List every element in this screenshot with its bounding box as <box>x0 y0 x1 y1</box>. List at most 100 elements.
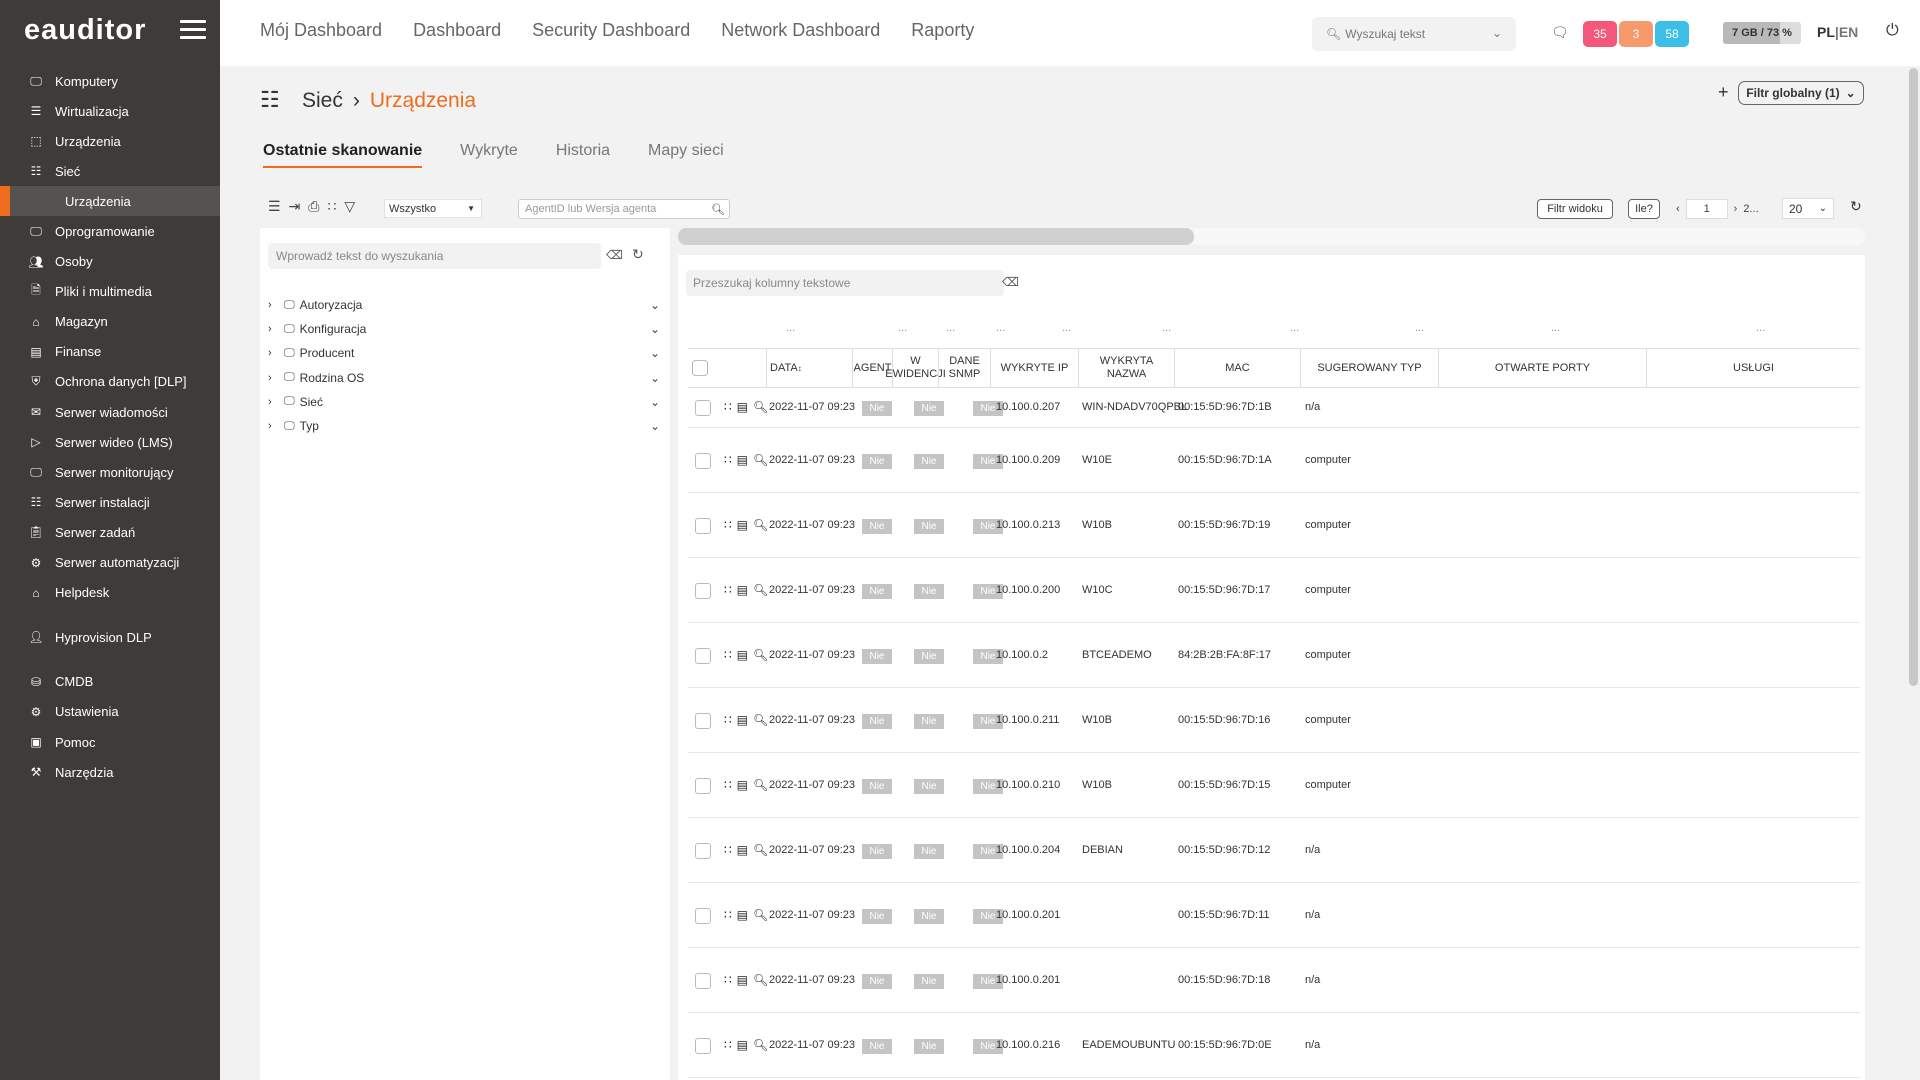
column-header-w_ewidencji[interactable]: W EWIDENCJI <box>885 349 946 387</box>
tab[interactable]: Ostatnie skanowanie <box>263 142 423 168</box>
grid-icon[interactable]: ∷ <box>724 453 732 467</box>
sidebar-item[interactable]: ⌂ Magazyn <box>0 307 220 337</box>
details-icon[interactable]: ▤ <box>737 518 748 532</box>
page-number-input[interactable]: 1 <box>1685 199 1728 219</box>
grid-icon[interactable]: ∷ <box>724 518 732 532</box>
refresh-icon[interactable]: ↻ <box>632 246 644 263</box>
search-icon[interactable]: 🔍︎ <box>753 453 768 467</box>
row-checkbox[interactable] <box>695 517 711 534</box>
sidebar-item[interactable]: 🖵︎ Serwer monitorujący <box>0 457 220 487</box>
horizontal-scrollbar[interactable] <box>678 228 1865 245</box>
tab[interactable]: Mapy sieci <box>648 142 724 168</box>
row-checkbox[interactable] <box>695 842 711 859</box>
column-filter-placeholder[interactable]: ... <box>898 322 907 334</box>
tab[interactable]: Historia <box>556 142 610 168</box>
sidebar-item[interactable]: Urządzenia <box>0 186 220 217</box>
table-row[interactable]: ∷ ▤ 🔍︎ 2022-11-07 09:23 Nie Nie Nie 10.100.0.21… <box>688 1013 1860 1078</box>
global-filter-button[interactable]: Filtr globalny (1) ⌄ <box>1738 81 1864 105</box>
sidebar-item[interactable]: ⌂ Helpdesk <box>0 578 220 608</box>
tree-search-input[interactable]: Wprowadź tekst do wyszukania <box>268 243 601 269</box>
notification-icon[interactable]: 🗨︎ <box>1551 24 1569 41</box>
grid-icon[interactable]: ∷ <box>724 908 732 922</box>
chevron-right-icon[interactable]: › <box>1734 203 1738 215</box>
row-checkbox[interactable] <box>695 1037 711 1054</box>
tree-node[interactable]: › 🖵︎ Rodzina OS ⌄ <box>268 366 660 390</box>
column-header-ip[interactable]: WYKRYTE IP <box>990 349 1078 387</box>
grid-icon[interactable]: ∷ <box>724 583 732 597</box>
column-header-name[interactable]: WYKRYTA NAZWA <box>1078 349 1174 387</box>
details-icon[interactable]: ▤ <box>737 400 748 414</box>
search-icon[interactable]: 🔍︎ <box>753 908 768 922</box>
search-icon[interactable]: 🔍︎ <box>753 713 768 727</box>
table-row[interactable]: ∷ ▤ 🔍︎ 2022-11-07 09:23 Nie Nie Nie 10.100.0.21… <box>688 753 1860 818</box>
topnav-link[interactable]: Dashboard <box>413 20 501 41</box>
select-all-checkbox[interactable] <box>692 360 708 376</box>
sort-icon[interactable]: ↕ <box>798 362 802 375</box>
tree-node[interactable]: › 🖵︎ Sieć ⌄ <box>268 390 660 414</box>
add-icon[interactable]: + <box>1718 82 1729 103</box>
tab[interactable]: Wykryte <box>460 142 518 168</box>
tree-node[interactable]: › 🖵︎ Autoryzacja ⌄ <box>268 293 660 317</box>
details-icon[interactable]: ▤ <box>737 778 748 792</box>
scope-select[interactable]: Wszystko ▼ <box>384 199 482 218</box>
chevron-right-icon[interactable]: › <box>268 420 284 432</box>
chevron-down-icon[interactable]: ⌄ <box>1492 26 1502 40</box>
sidebar-item[interactable]: ☷ Serwer instalacji <box>0 487 220 517</box>
column-search-input[interactable]: Przeszukaj kolumny tekstowe <box>686 270 1004 296</box>
column-header-dane_snmp[interactable]: DANE SNMP <box>938 349 990 387</box>
table-row[interactable]: ∷ ▤ 🔍︎ 2022-11-07 09:23 Nie Nie Nie 10.100.0.20… <box>688 428 1860 493</box>
column-header-date[interactable]: DATA ↕ <box>766 349 852 387</box>
lang-en[interactable]: EN <box>1839 24 1858 40</box>
sidebar-item[interactable]: 🖵︎ Komputery <box>0 66 220 96</box>
row-checkbox[interactable] <box>695 712 711 729</box>
sidebar-item[interactable]: ⛁ CMDB <box>0 667 220 697</box>
search-icon[interactable]: 🔍︎ <box>753 843 768 857</box>
table-row[interactable]: ∷ ▤ 🔍︎ 2022-11-07 09:23 Nie Nie Nie 10.100.0.21… <box>688 688 1860 753</box>
tree-node[interactable]: › 🖵︎ Konfiguracja ⌄ <box>268 317 660 341</box>
search-icon[interactable]: 🔍︎ <box>753 400 768 414</box>
sidebar-item[interactable]: ⚒ Narzędzia <box>0 757 220 787</box>
topnav-link[interactable]: Raporty <box>911 20 974 41</box>
chevron-left-icon[interactable]: ‹ <box>1676 203 1680 215</box>
sidebar-item[interactable]: 👤︎ Hyprovision DLP <box>0 622 220 652</box>
column-filter-placeholder[interactable]: ... <box>946 322 955 334</box>
sidebar-item[interactable]: 📋︎ Serwer zadań <box>0 517 220 547</box>
details-icon[interactable]: ▤ <box>737 843 748 857</box>
search-icon[interactable]: 🔍︎ <box>753 648 768 662</box>
row-checkbox[interactable] <box>695 907 711 924</box>
table-row[interactable]: ∷ ▤ 🔍︎ 2022-11-07 09:23 Nie Nie Nie 10.100.0.21… <box>688 493 1860 558</box>
sidebar-item[interactable]: ▣ Pomoc <box>0 727 220 757</box>
sidebar-item[interactable]: ⛨ Ochrona danych [DLP] <box>0 367 220 397</box>
sidebar-item[interactable]: ⚙ Ustawienia <box>0 697 220 727</box>
clear-search-icon[interactable]: ⌫ <box>606 248 623 262</box>
grid-icon[interactable]: ∷ <box>724 400 732 414</box>
alert-badge-orange[interactable]: 3 <box>1619 21 1653 47</box>
details-icon[interactable]: ▤ <box>737 453 748 467</box>
export-icon[interactable]: ⇥ <box>289 198 301 215</box>
details-icon[interactable]: ▤ <box>737 973 748 987</box>
table-row[interactable]: ∷ ▤ 🔍︎ 2022-11-07 09:23 Nie Nie Nie 10.100.0.20… <box>688 883 1860 948</box>
grid-icon[interactable]: ∷ <box>724 1038 732 1052</box>
topnav-link[interactable]: Network Dashboard <box>721 20 880 41</box>
search-icon[interactable]: 🔍︎ <box>753 518 768 532</box>
table-row[interactable]: ∷ ▤ 🔍︎ 2022-11-07 09:23 Nie Nie Nie 10.100.0.2 B… <box>688 623 1860 688</box>
breadcrumb-section[interactable]: Sieć <box>302 89 343 113</box>
agent-search-input[interactable]: AgentID lub Wersja agenta 🔍︎ <box>518 199 730 219</box>
chevron-down-icon[interactable]: ⌄ <box>650 395 660 409</box>
search-icon[interactable]: 🔍︎ <box>753 778 768 792</box>
topnav-link[interactable]: Security Dashboard <box>532 20 690 41</box>
row-checkbox[interactable] <box>695 777 711 794</box>
table-row[interactable]: ∷ ▤ 🔍︎ 2022-11-07 09:23 Nie Nie Nie 10.100.0.20… <box>688 558 1860 623</box>
column-header-mac[interactable]: MAC <box>1174 349 1300 387</box>
sidebar-item[interactable]: 🗎︎ Pliki i multimedia <box>0 277 220 307</box>
column-filter-placeholder[interactable]: ... <box>1415 322 1424 334</box>
column-filter-placeholder[interactable]: ... <box>1551 322 1560 334</box>
search-icon[interactable]: 🔍︎ <box>753 1038 768 1052</box>
sidebar-item[interactable]: ▷ Serwer wideo (LMS) <box>0 427 220 457</box>
grid-icon[interactable]: ∷ <box>724 648 732 662</box>
tree-node[interactable]: › 🖵︎ Typ ⌄ <box>268 414 660 438</box>
grid-icon[interactable]: ∷ <box>724 778 732 792</box>
row-checkbox[interactable] <box>695 452 711 469</box>
row-checkbox[interactable] <box>695 647 711 664</box>
sidebar-item[interactable]: 👥︎ Osoby <box>0 247 220 277</box>
